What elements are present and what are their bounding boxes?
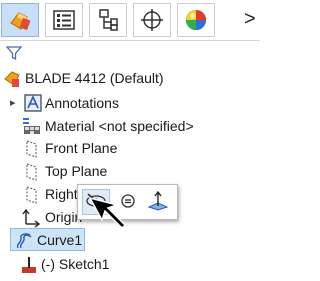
- tree-item-label: Right: [45, 186, 78, 202]
- tree-item-label: Top Plane: [45, 163, 108, 179]
- normal-to-icon: [147, 190, 169, 214]
- tree-root-label: BLADE 4412 (Default): [25, 70, 164, 86]
- tree-item-label: Annotations: [45, 95, 119, 111]
- display-manager-tab[interactable]: [177, 3, 215, 37]
- property-manager-tab[interactable]: [45, 3, 83, 37]
- property-manager-icon: [52, 9, 76, 31]
- tree-root-part[interactable]: BLADE 4412 (Default): [0, 67, 260, 89]
- configuration-manager-tab[interactable]: [89, 3, 127, 37]
- more-tabs-chevron[interactable]: >: [244, 8, 256, 31]
- expand-caret-icon[interactable]: ▸: [10, 92, 16, 114]
- tree-item-label: Material <not specified>: [45, 118, 194, 134]
- sketch-icon: [20, 255, 40, 281]
- tree-item-top-plane[interactable]: Top Plane: [0, 160, 260, 182]
- tree-item-label: Curve1: [37, 232, 83, 248]
- part-tree-icon: [7, 7, 33, 33]
- target-crosshair-icon: [140, 8, 164, 32]
- tree-item-label: (-) Sketch1: [41, 256, 110, 272]
- tree-item-material[interactable]: Material <not specified>: [0, 115, 260, 137]
- mouse-cursor-icon: [88, 196, 128, 233]
- feature-manager-tab[interactable]: [1, 3, 39, 37]
- filter-funnel-icon[interactable]: [5, 45, 23, 64]
- dimxpert-manager-tab[interactable]: [133, 3, 171, 37]
- manager-tabs-toolbar: >: [0, 0, 260, 40]
- tree-item-front-plane[interactable]: Front Plane: [0, 137, 260, 159]
- tree-item-annotations[interactable]: ▸ Annotations: [0, 92, 260, 114]
- appearance-sphere-icon: [184, 8, 208, 32]
- configuration-manager-icon: [96, 8, 120, 32]
- tree-item-sketch1[interactable]: (-) Sketch1: [0, 253, 260, 275]
- normal-to-button[interactable]: [144, 189, 172, 215]
- tree-item-curve1[interactable]: Curve1: [0, 229, 260, 251]
- tree-item-label: Front Plane: [45, 140, 118, 156]
- tree-filter-row: [0, 40, 260, 65]
